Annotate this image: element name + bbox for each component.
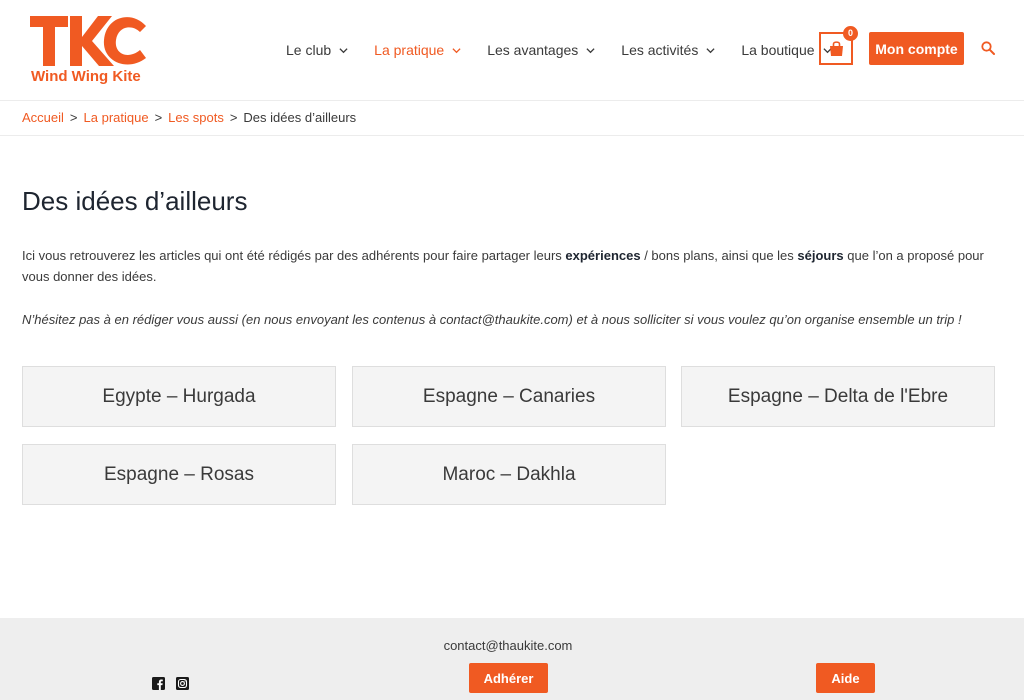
help-button[interactable]: Aide — [816, 663, 875, 693]
destination-card-espagne-rosas[interactable]: Espagne – Rosas — [22, 444, 336, 505]
nav-item-label: La pratique — [374, 42, 445, 58]
nav-item-la-pratique[interactable]: La pratique — [374, 42, 461, 58]
site-footer: contact@thaukite.com Adhérer Aide — [0, 618, 1024, 700]
nav-item-les-activites[interactable]: Les activités — [621, 42, 715, 58]
instagram-icon[interactable] — [176, 677, 189, 690]
nav-item-label: Le club — [286, 42, 332, 58]
nav-item-les-avantages[interactable]: Les avantages — [487, 42, 595, 58]
breadcrumb-link-les-spots[interactable]: Les spots — [168, 110, 224, 125]
intro-text: / bons plans, ainsi que les — [640, 248, 798, 263]
breadcrumb-link-la-pratique[interactable]: La pratique — [84, 110, 149, 125]
intro-paragraph: Ici vous retrouverez les articles qui on… — [22, 245, 1002, 287]
search-icon[interactable] — [981, 41, 995, 55]
destination-card-egypte-hurgada[interactable]: Egypte – Hurgada — [22, 366, 336, 427]
main-nav: Le club La pratique Les avantages Les ac… — [286, 40, 858, 60]
join-button[interactable]: Adhérer — [469, 663, 548, 693]
nav-item-la-boutique[interactable]: La boutique — [741, 42, 832, 58]
nav-item-label: Les avantages — [487, 42, 579, 58]
destination-card-maroc-dakhla[interactable]: Maroc – Dakhla — [352, 444, 666, 505]
my-account-button[interactable]: Mon compte — [869, 32, 964, 65]
breadcrumb-link-accueil[interactable]: Accueil — [22, 110, 64, 125]
breadcrumb-separator: > — [229, 110, 238, 125]
breadcrumb-separator: > — [69, 110, 78, 125]
nav-item-label: Les activités — [621, 42, 699, 58]
facebook-icon[interactable] — [152, 677, 165, 690]
chevron-down-icon — [339, 47, 348, 53]
cart-button[interactable]: 0 — [819, 26, 858, 65]
intro-bold-experiences: expériences — [565, 248, 641, 263]
chevron-down-icon — [586, 47, 595, 53]
nav-item-le-club[interactable]: Le club — [286, 42, 348, 58]
page-title: Des idées d’ailleurs — [22, 186, 248, 216]
brand-name[interactable]: Wind Wing Kite — [31, 68, 141, 85]
divider — [0, 135, 1024, 136]
chevron-down-icon — [706, 47, 715, 53]
breadcrumb-current: Des idées d’ailleurs — [243, 110, 357, 125]
nav-item-label: La boutique — [741, 42, 815, 58]
intro-text: Ici vous retrouverez les articles qui on… — [22, 248, 566, 263]
chevron-down-icon — [452, 47, 461, 53]
breadcrumb: Accueil > La pratique > Les spots > Des … — [22, 110, 356, 125]
shopping-bag-icon — [830, 41, 843, 56]
destination-card-espagne-delta-ebre[interactable]: Espagne – Delta de l'Ebre — [681, 366, 995, 427]
intro-bold-sejours: séjours — [797, 248, 844, 263]
site-header: Wind Wing Kite Le club La pratique Les a… — [0, 0, 1024, 101]
contribution-note: N’hésitez pas à en rédiger vous aussi (e… — [22, 312, 962, 327]
footer-email[interactable]: contact@thaukite.com — [0, 638, 1016, 653]
cart-count-badge: 0 — [843, 26, 858, 41]
breadcrumb-separator: > — [154, 110, 163, 125]
destination-card-espagne-canaries[interactable]: Espagne – Canaries — [352, 366, 666, 427]
